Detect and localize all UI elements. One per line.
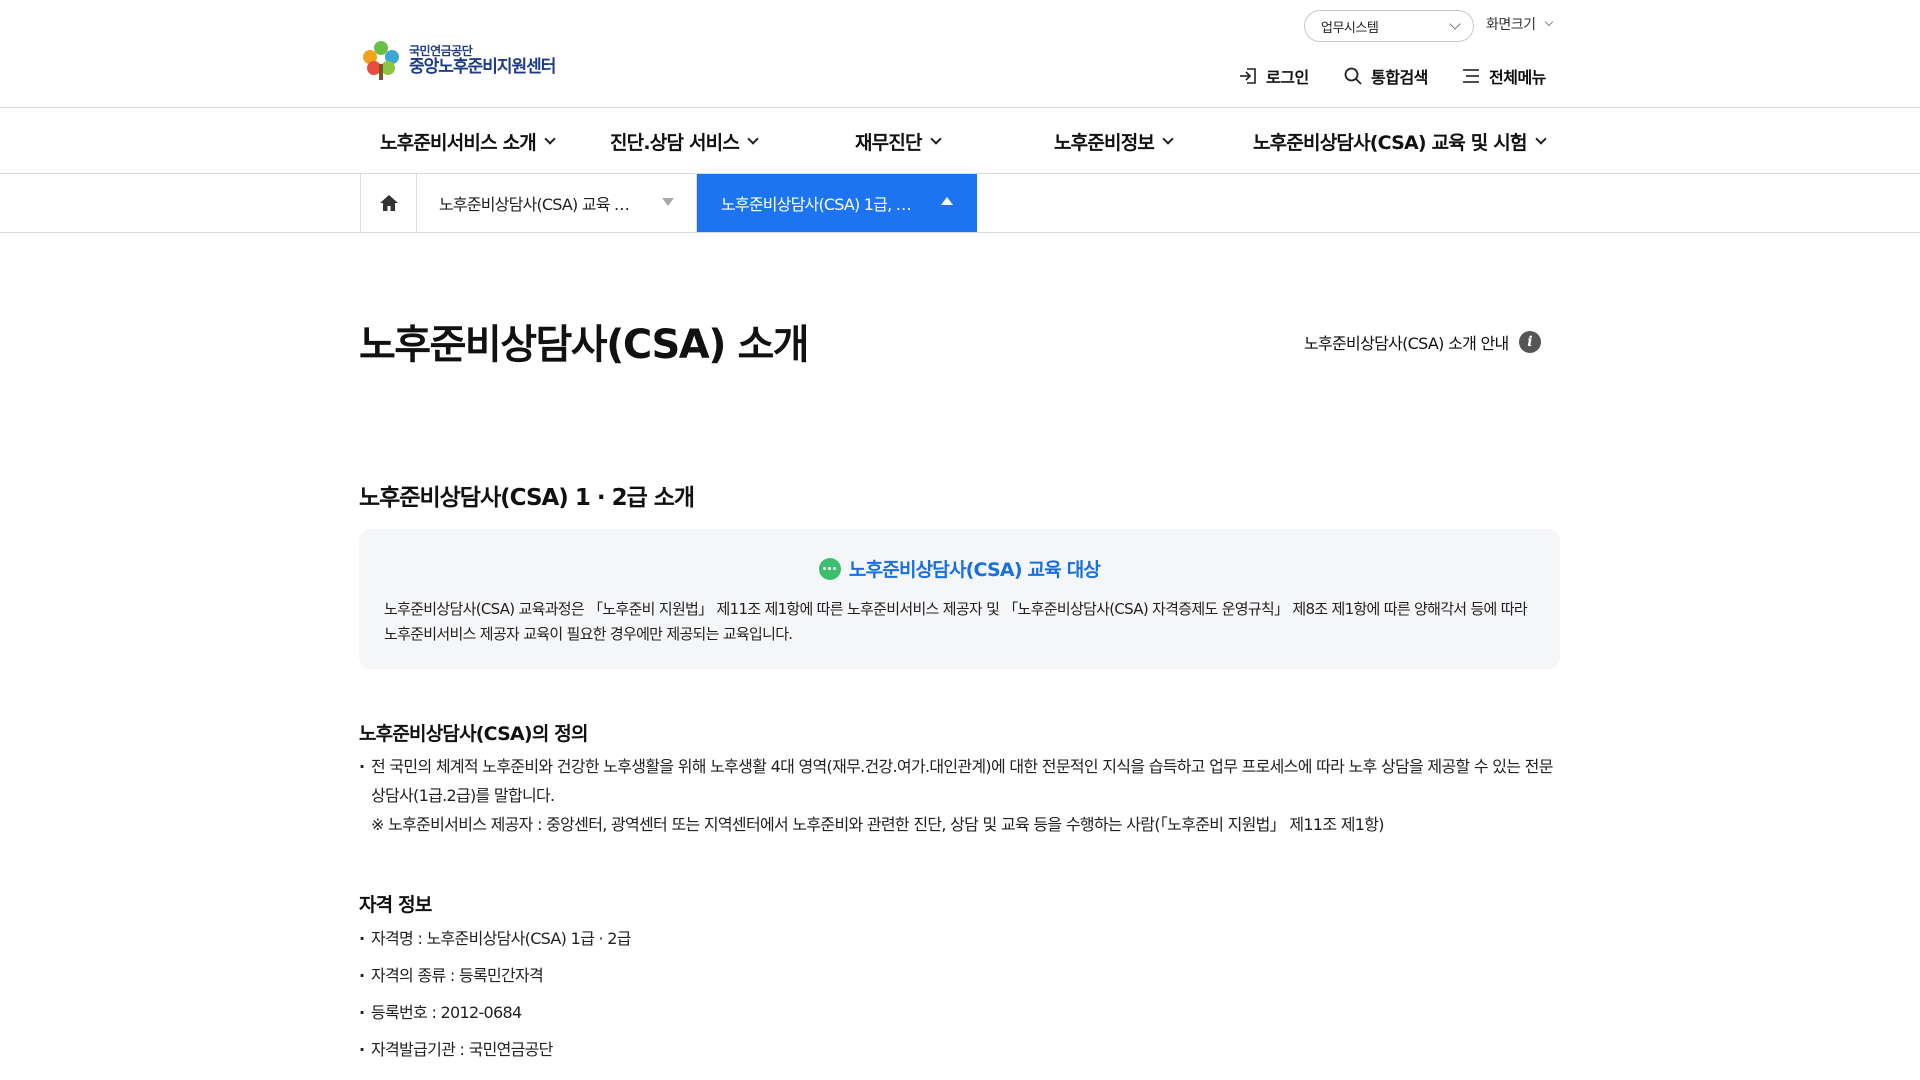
qualification-item: 등록번호 : 2012-0684 — [359, 998, 1569, 1027]
site-header: 국민연금공단 중앙노후준비지원센터 업무시스템 화면크기 로그인 통합검색 전체… — [0, 0, 1920, 108]
intro-guide-label: 노후준비상담사(CSA) 소개 안내 — [1304, 334, 1509, 353]
dropdown-down-icon — [662, 198, 674, 206]
gnb-item-retirement-info[interactable]: 노후준비정보 — [1054, 128, 1174, 155]
section-title: 노후준비상담사(CSA) 1 · 2급 소개 — [359, 485, 695, 511]
chevron-down-icon — [1449, 18, 1461, 30]
breadcrumb-level2-label: 노후준비상담사(CSA) 1급, 2급 소개 — [721, 195, 917, 214]
chevron-down-icon — [930, 133, 942, 145]
search-label: 통합검색 — [1371, 68, 1428, 87]
gnb-item-diagnosis-consult[interactable]: 진단.상담 서비스 — [610, 128, 759, 155]
system-select[interactable]: 업무시스템 — [1304, 10, 1474, 42]
notice-box: 노후준비상담사(CSA) 교육 대상 노후준비상담사(CSA) 교육과정은 「노… — [359, 529, 1560, 669]
breadcrumb-level1-select[interactable]: 노후준비상담사(CSA) 교육 및 시험 — [417, 174, 697, 232]
gnb-item-csa-education[interactable]: 노후준비상담사(CSA) 교육 및 시험 — [1253, 128, 1547, 155]
breadcrumb: 노후준비상담사(CSA) 교육 및 시험 노후준비상담사(CSA) 1급, 2급… — [0, 174, 1920, 233]
home-button[interactable] — [360, 174, 417, 232]
login-button[interactable]: 로그인 — [1238, 64, 1309, 88]
logo-main-text: 중앙노후준비지원센터 — [409, 56, 556, 77]
logo-sub-text: 국민연금공단 — [409, 43, 473, 58]
chevron-down-icon — [1544, 17, 1553, 27]
gnb-label: 노후준비서비스 소개 — [380, 132, 537, 154]
login-icon — [1240, 68, 1256, 84]
info-icon: i — [1518, 331, 1541, 353]
dropdown-up-icon — [941, 197, 953, 205]
screen-size-control[interactable]: 화면크기 — [1486, 14, 1553, 34]
gnb-item-financial-diagnosis[interactable]: 재무진단 — [855, 128, 942, 155]
search-button[interactable]: 통합검색 — [1343, 64, 1428, 88]
page-title: 노후준비상담사(CSA) 소개 — [359, 322, 810, 368]
chevron-down-icon — [1162, 133, 1174, 145]
gnb-label: 재무진단 — [855, 132, 923, 154]
home-icon — [379, 195, 398, 211]
gnb-item-service-intro[interactable]: 노후준비서비스 소개 — [380, 128, 556, 155]
chevron-down-icon — [747, 133, 759, 145]
qualification-item: 자격명 : 노후준비상담사(CSA) 1급 · 2급 — [359, 924, 1569, 953]
all-menu-label: 전체메뉴 — [1489, 68, 1546, 87]
menu-icon — [1463, 69, 1479, 83]
screen-size-label: 화면크기 — [1486, 17, 1536, 33]
search-icon — [1344, 67, 1362, 85]
breadcrumb-level2-select[interactable]: 노후준비상담사(CSA) 1급, 2급 소개 — [697, 174, 977, 232]
system-select-value: 업무시스템 — [1321, 20, 1379, 36]
login-label: 로그인 — [1266, 68, 1309, 87]
notice-heading: 노후준비상담사(CSA) 교육 대상 — [359, 555, 1560, 582]
qualification-item: 자격발급기관 : 국민연금공단 — [359, 1035, 1569, 1064]
global-nav: 노후준비서비스 소개 진단.상담 서비스 재무진단 노후준비정보 노후준비상담사… — [0, 108, 1920, 174]
definition-text: 전 국민의 체계적 노후준비와 건강한 노후생활을 위해 노후생활 4대 영역(… — [359, 752, 1569, 810]
definition-title: 노후준비상담사(CSA)의 정의 — [359, 723, 588, 745]
gnb-label: 노후준비정보 — [1054, 132, 1155, 154]
logo-mark-icon — [363, 41, 399, 80]
qualification-item: 자격의 종류 : 등록민간자격 — [359, 961, 1569, 990]
all-menu-button[interactable]: 전체메뉴 — [1461, 64, 1546, 88]
intro-guide-link[interactable]: 노후준비상담사(CSA) 소개 안내 i — [1304, 330, 1541, 354]
chevron-down-icon — [1535, 133, 1547, 145]
gnb-label: 노후준비상담사(CSA) 교육 및 시험 — [1253, 132, 1527, 154]
qualification-title: 자격 정보 — [359, 894, 432, 916]
site-logo[interactable]: 국민연금공단 중앙노후준비지원센터 — [359, 38, 556, 82]
gnb-label: 진단.상담 서비스 — [610, 132, 740, 154]
notice-body: 노후준비상담사(CSA) 교육과정은 「노후준비 지원법」 제11조 제1항에 … — [384, 600, 1528, 643]
definition-note: ※ 노후준비서비스 제공자 : 중앙센터, 광역센터 또는 지역센터에서 노후준… — [371, 815, 1385, 834]
notice-title: 노후준비상담사(CSA) 교육 대상 — [848, 559, 1101, 581]
breadcrumb-level1-label: 노후준비상담사(CSA) 교육 및 시험 — [439, 195, 635, 214]
chevron-down-icon — [544, 133, 556, 145]
chat-bubble-icon — [818, 557, 841, 580]
